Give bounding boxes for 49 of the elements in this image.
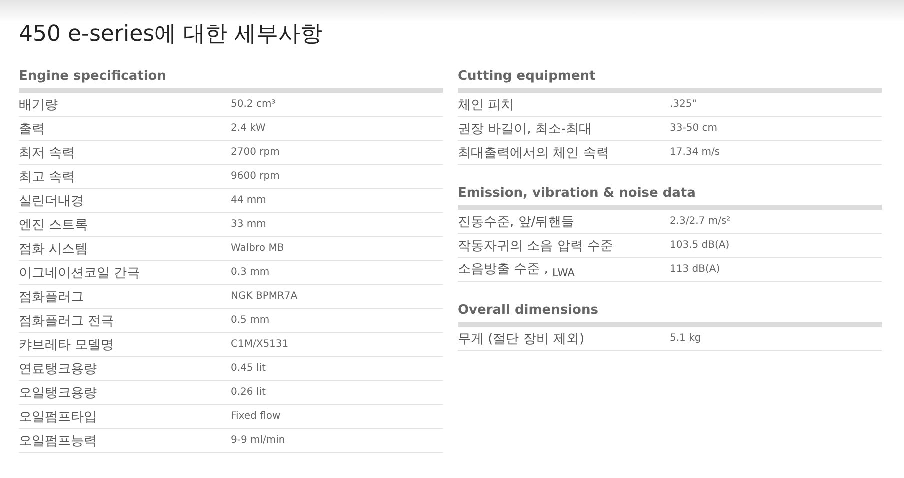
spec-label: 오일펌프타입 bbox=[19, 408, 98, 426]
spec-value: 103.5 dB(A) bbox=[670, 240, 730, 251]
spec-label: 권장 바길이, 최소-최대 bbox=[458, 120, 594, 138]
spec-value: 2.4 kW bbox=[231, 123, 266, 134]
spec-value: 113 dB(A) bbox=[670, 264, 720, 275]
spec-label: 점화플러그 bbox=[19, 288, 85, 306]
section-heading: Overall dimensions bbox=[458, 302, 600, 320]
spec-label: 배기량 bbox=[19, 96, 59, 114]
spec-value: NGK BPMR7A bbox=[231, 291, 298, 302]
spec-label: 출력 bbox=[19, 120, 46, 138]
spec-value: 0.3 mm bbox=[231, 267, 270, 278]
spec-label: 오일펌프능력 bbox=[19, 432, 98, 450]
spec-value: 5.1 kg bbox=[670, 333, 702, 344]
section-heading: Cutting equipment bbox=[458, 68, 597, 86]
spec-label: 소음방출 수준 , $_{LWA}$ bbox=[458, 260, 576, 280]
spec-value: C1M/X5131 bbox=[231, 339, 289, 350]
section-heading: Engine specification bbox=[19, 68, 168, 86]
spec-label: 최대출력에서의 체인 속력 bbox=[458, 144, 610, 162]
spec-value: 33 mm bbox=[231, 219, 266, 230]
spec-label: 캬브레타 모델명 bbox=[19, 336, 116, 354]
spec-value: 2700 rpm bbox=[231, 147, 280, 158]
spec-value: 0.26 lit bbox=[231, 387, 266, 398]
spec-value: 44 mm bbox=[231, 195, 266, 206]
spec-label: 오일탱크용량 bbox=[19, 384, 98, 402]
spec-label: 이그네이션코일 간극 bbox=[19, 264, 142, 282]
spec-value: 50.2 cm³ bbox=[231, 99, 276, 110]
spec-value: 17.34 m/s bbox=[670, 147, 720, 158]
spec-label: 진동수준, 앞/뒤핸들 bbox=[458, 214, 576, 230]
spec-label: 점화플러그 전극 bbox=[19, 312, 116, 330]
spec-label: 점화 시스템 bbox=[19, 240, 90, 258]
spec-value: 9-9 ml/min bbox=[231, 435, 286, 446]
spec-value: Fixed flow bbox=[231, 411, 281, 422]
page-title: 450 e-series에 대한 세부사항 bbox=[19, 21, 324, 49]
spec-value: Walbro MB bbox=[231, 243, 284, 254]
spec-label: 최고 속력 bbox=[19, 168, 76, 186]
spec-value: 2.3/2.7 m/s² bbox=[670, 216, 731, 227]
spec-value: 0.5 mm bbox=[231, 315, 270, 326]
spec-label: 실린더내경 bbox=[19, 192, 85, 210]
spec-label: 연료탱크용량 bbox=[19, 360, 98, 378]
spec-label: 최저 속력 bbox=[19, 144, 76, 162]
spec-value: .325" bbox=[670, 99, 697, 110]
spec-value: 9600 rpm bbox=[231, 171, 280, 182]
spec-label: 체인 피치 bbox=[458, 96, 516, 114]
spec-value: 33-50 cm bbox=[670, 123, 718, 134]
spec-label: 무게 (절단 장비 제외) bbox=[458, 330, 586, 348]
section-heading: Emission, vibration & noise data bbox=[458, 185, 697, 203]
spec-value: 0.45 lit bbox=[231, 363, 266, 374]
spec-label: 엔진 스트록 bbox=[19, 216, 90, 234]
spec-label: 작동자귀의 소음 압력 수준 bbox=[458, 238, 614, 254]
